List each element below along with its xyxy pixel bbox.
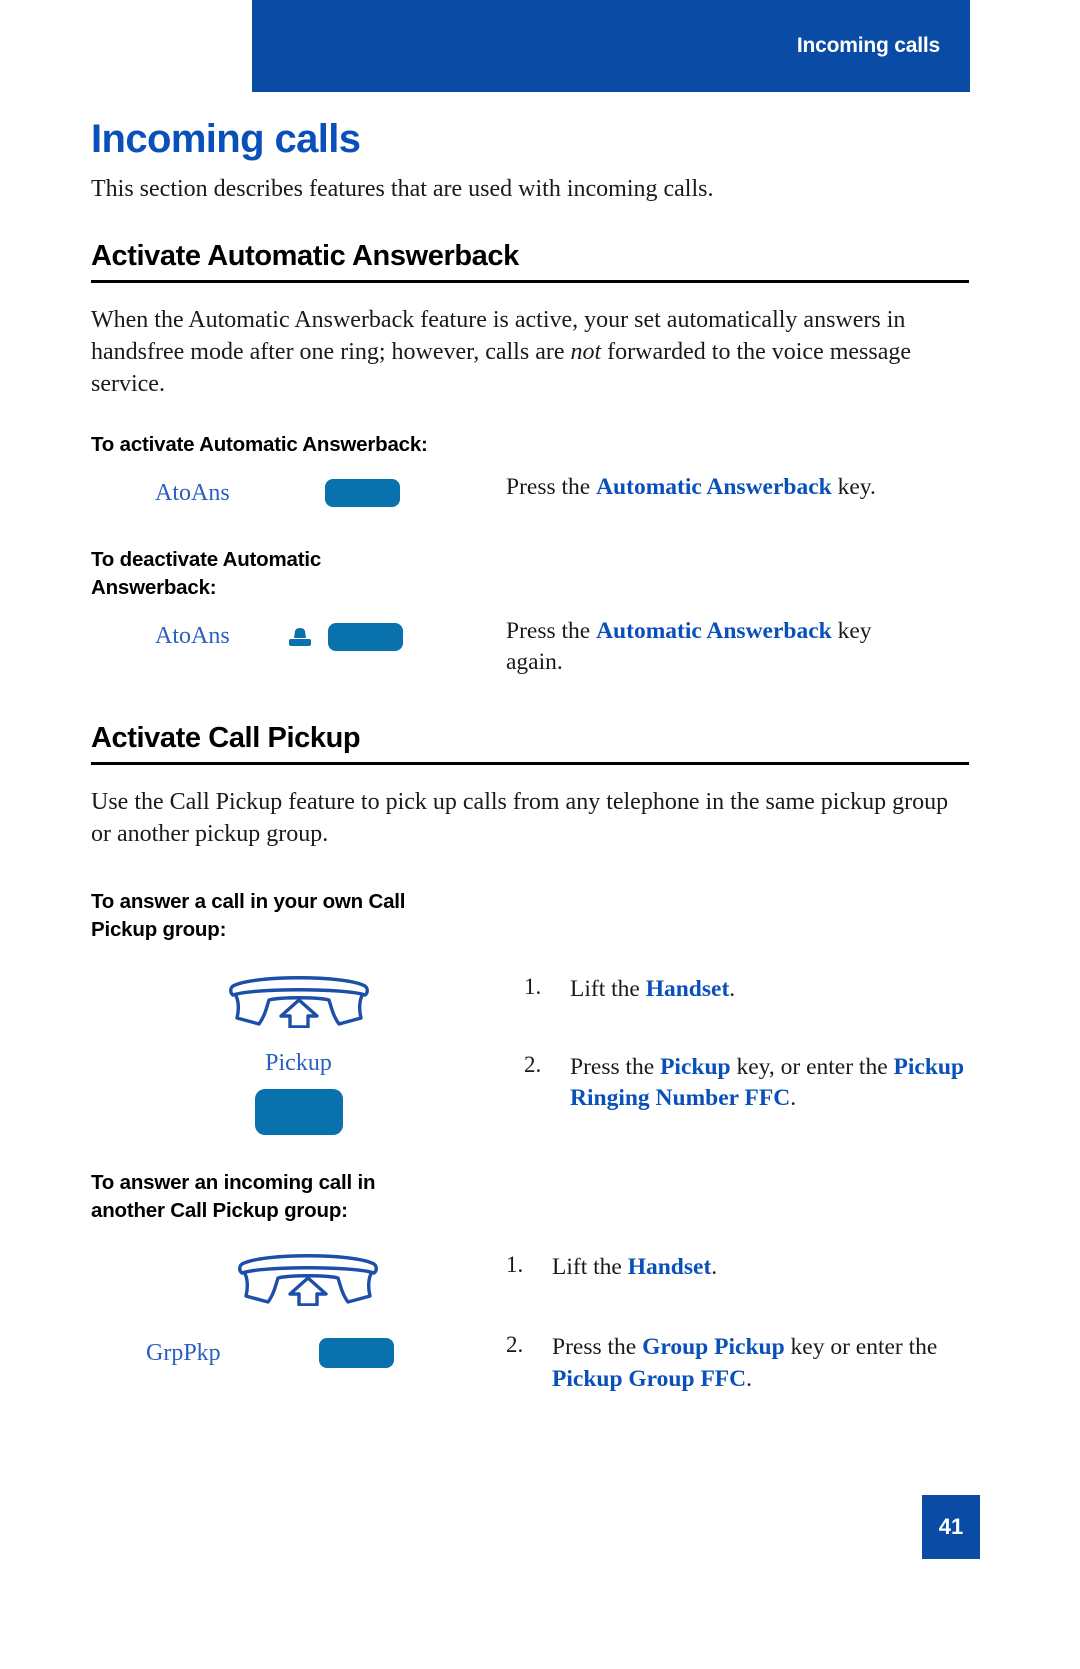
instruction-text: Press the Pickup key, or enter the Picku…: [570, 1052, 965, 1115]
instruction-bold: Automatic Answerback: [596, 617, 832, 644]
instruction-group: 1. Lift the Handset.: [506, 1250, 969, 1283]
instruction-suffix: key.: [831, 474, 876, 501]
instruction-prefix: Press the: [570, 1053, 661, 1080]
instruction-text: Lift the Handset.: [570, 974, 735, 1005]
step-number: 1.: [506, 1252, 524, 1278]
instruction-text: Press the Group Pickup key or enter the …: [552, 1332, 952, 1395]
instruction-bold: Handset: [627, 1254, 712, 1281]
section-heading-call-pickup: Activate Call Pickup: [91, 722, 969, 765]
handset-lift-icon: [234, 1250, 382, 1307]
intro-paragraph: This section describes features that are…: [91, 176, 714, 202]
key-label-grppkp: GrpPkp: [146, 1339, 221, 1366]
instruction-group: 1. Lift the Handset.: [524, 972, 969, 1005]
procedure-row-deactivate-answerback: AtoAns Press the Automatic Answerback ke…: [91, 614, 969, 679]
instruction-text: Lift the Handset.: [552, 1252, 717, 1283]
key-graphic-group: AtoAns: [91, 470, 506, 516]
instruction-suffix: .: [711, 1254, 718, 1281]
key-graphic-group: Pickup: [91, 1050, 524, 1135]
body-emphasis: not: [570, 338, 602, 365]
instruction-suffix: .: [729, 975, 736, 1002]
key-label-pickup: Pickup: [265, 1049, 332, 1076]
instruction-suffix: .: [790, 1085, 797, 1112]
instruction-text: Press the Automatic Answerback key.: [506, 472, 876, 503]
feature-key-button[interactable]: [319, 1338, 394, 1369]
handset-lift-icon: [225, 972, 373, 1028]
feature-key-button[interactable]: [325, 479, 400, 508]
instruction-prefix: Press the: [506, 474, 597, 501]
instruction-suffix: .: [746, 1365, 753, 1392]
instruction-bold: Pickup: [660, 1053, 731, 1080]
instruction-prefix: Lift the: [570, 975, 646, 1002]
instruction-prefix: Press the: [506, 617, 597, 644]
key-graphic-group: GrpPkp: [91, 1330, 506, 1376]
instruction-bold: Group Pickup: [642, 1334, 785, 1361]
subhead-deactivate-automatic-answerback: To deactivate Automatic Answerback:: [91, 548, 322, 600]
page-content: Incoming calls This section describes fe…: [91, 118, 969, 1395]
page-number-block: 41: [922, 1495, 980, 1559]
handset-graphic-group: [91, 972, 524, 1028]
document-page: Incoming calls Incoming calls This secti…: [0, 0, 1080, 1669]
instruction-mid: key or enter the: [784, 1334, 938, 1361]
running-header-text: Incoming calls: [796, 34, 940, 57]
page-number: 41: [938, 1514, 964, 1539]
procedure-row-pickup-key: Pickup 2. Press the Pickup key, or enter…: [91, 1050, 969, 1135]
step-number: 2.: [506, 1332, 524, 1358]
page-title: Incoming calls: [91, 117, 361, 161]
procedure-row-lift-handset-2: 1. Lift the Handset.: [91, 1250, 969, 1307]
section-body-call-pickup: Use the Call Pickup feature to pick up c…: [91, 787, 969, 851]
instruction-bold-2: Pickup Group FFC: [552, 1365, 747, 1392]
subhead-activate-automatic-answerback: To activate Automatic Answerback:: [91, 432, 428, 456]
key-graphic-group: AtoAns: [91, 614, 506, 660]
instruction-bold: Handset: [645, 975, 730, 1002]
instruction-text: Press the Automatic Answerback key again…: [506, 616, 906, 679]
handset-graphic-group: [91, 1250, 506, 1307]
feature-key-button[interactable]: [328, 622, 403, 651]
procedure-row-group-pickup-key: GrpPkp 2. Press the Group Pickup key or …: [91, 1330, 969, 1395]
running-header: Incoming calls: [252, 0, 970, 92]
instruction-group: 2. Press the Group Pickup key or enter t…: [506, 1330, 969, 1395]
led-indicator-icon: [285, 627, 315, 647]
instruction-bold: Automatic Answerback: [596, 474, 832, 501]
instruction-mid: key, or enter the: [730, 1053, 894, 1080]
instruction-prefix: Press the: [552, 1334, 643, 1361]
body-part-1: Use the Call Pickup feature to pick up c…: [91, 788, 949, 847]
key-label-atoans: AtoAns: [155, 479, 230, 506]
key-label-atoans: AtoAns: [155, 623, 230, 650]
feature-key-button[interactable]: [254, 1088, 343, 1135]
subhead-own-pickup-group: To answer a call in your own Call Pickup…: [91, 890, 406, 942]
step-number: 2.: [524, 1051, 542, 1077]
instruction-group: Press the Automatic Answerback key again…: [506, 614, 969, 679]
instruction-prefix: Lift the: [552, 1254, 628, 1281]
section-body-automatic-answerback: When the Automatic Answerback feature is…: [91, 305, 969, 401]
instruction-group: Press the Automatic Answerback key.: [506, 470, 969, 503]
instruction-group: 2. Press the Pickup key, or enter the Pi…: [524, 1050, 969, 1115]
procedure-row-lift-handset: 1. Lift the Handset.: [91, 972, 969, 1028]
step-number: 1.: [524, 973, 542, 999]
section-heading-automatic-answerback: Activate Automatic Answerback: [91, 240, 969, 284]
subhead-another-pickup-group: To answer an incoming call in another Ca…: [91, 1170, 376, 1222]
procedure-row-activate-answerback: AtoAns Press the Automatic Answerback ke…: [91, 470, 969, 516]
